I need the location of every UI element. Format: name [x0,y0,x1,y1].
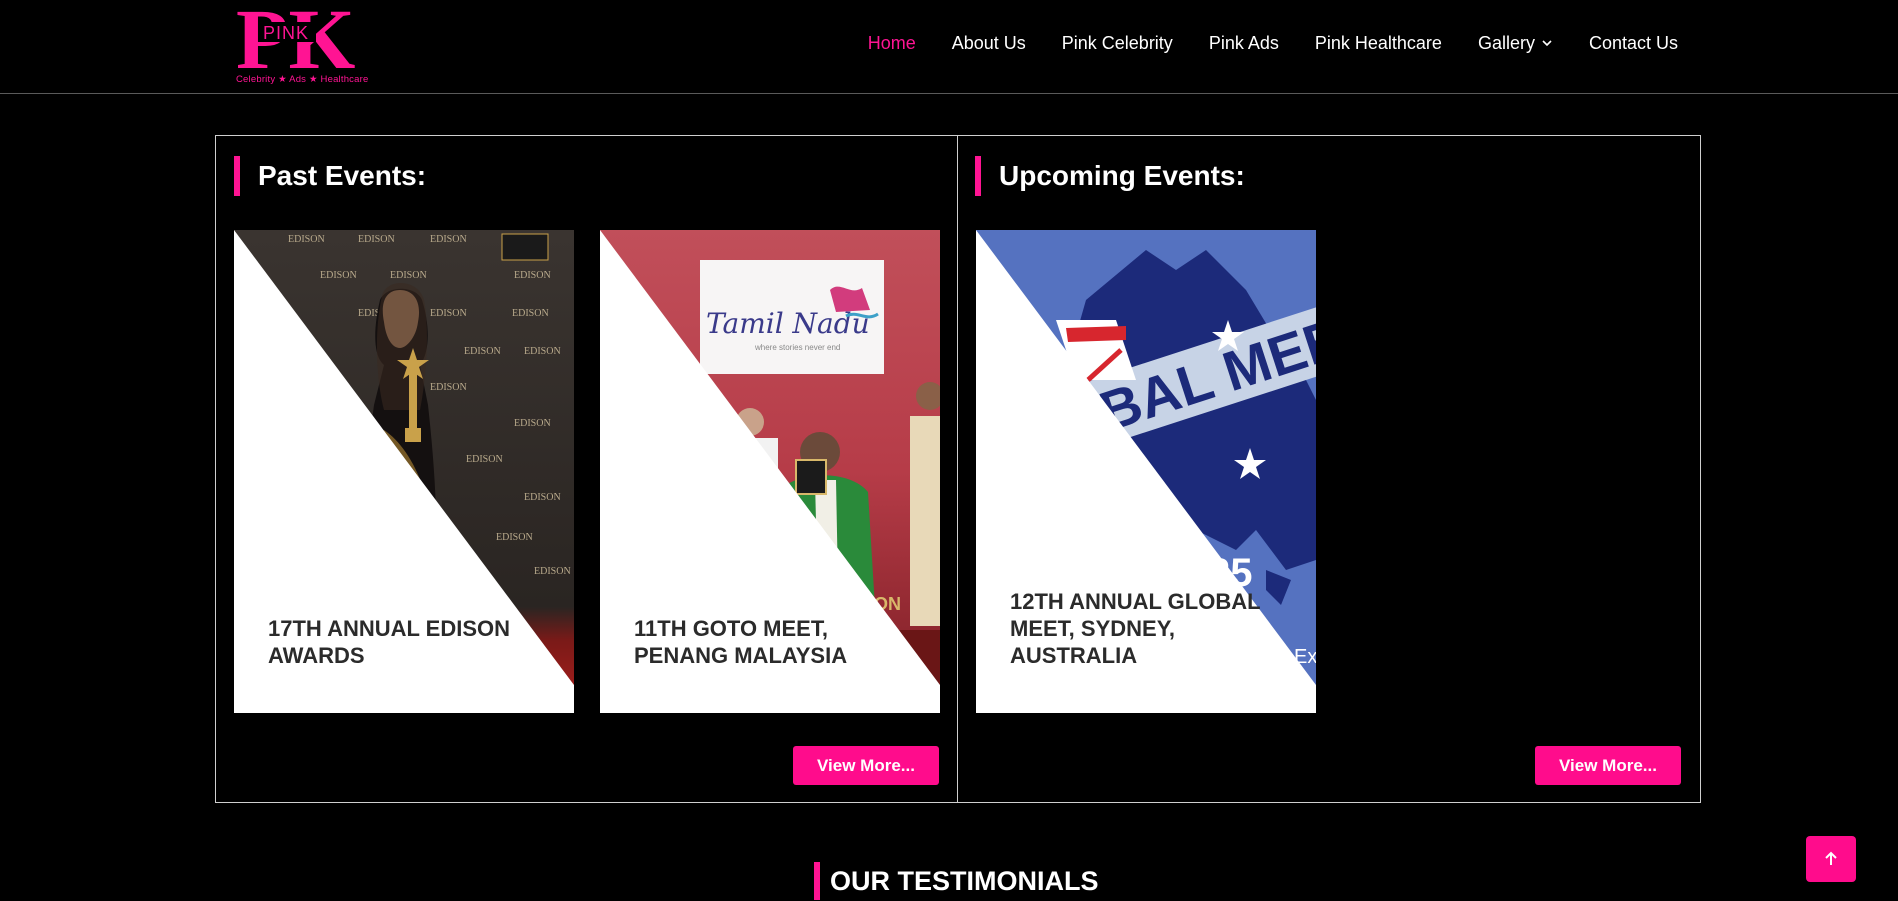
chevron-down-icon [1542,40,1552,47]
logo-mark: PK PINK [236,0,356,72]
nav-pink-healthcare[interactable]: Pink Healthcare [1315,33,1442,54]
nav-about-us[interactable]: About Us [952,33,1026,54]
brand-logo[interactable]: PK PINK Celebrity ★ Ads ★ Healthcare [236,0,369,90]
past-events-title: Past Events: [234,156,426,196]
nav-gallery[interactable]: Gallery [1478,33,1553,54]
upcoming-events-view-more-button[interactable]: View More... [1535,746,1681,785]
nav-gallery-label: Gallery [1477,32,1535,53]
events-divider [957,136,958,802]
nav-pink-celebrity[interactable]: Pink Celebrity [1062,33,1173,54]
brand-tagline: Celebrity ★ Ads ★ Healthcare [236,74,369,85]
scroll-to-top-button[interactable] [1806,836,1856,882]
event-card-title: 17TH ANNUAL EDISON AWARDS [268,616,511,668]
site-header: PK PINK Celebrity ★ Ads ★ Healthcare Hom… [0,0,1898,94]
event-card-title: 12TH ANNUAL GLOBAL MEET, SYDNEY, AUSTRAL… [1010,589,1261,668]
event-card-goto-meet[interactable]: Tamil Nadu where stories never end ON 11… [600,230,940,713]
nav-contact-us[interactable]: Contact Us [1589,33,1678,54]
main-nav: Home About Us Pink Celebrity Pink Ads Pi… [868,0,1678,86]
nav-pink-ads[interactable]: Pink Ads [1209,33,1279,54]
upcoming-events-title: Upcoming Events: [975,156,1245,196]
testimonials-title: OUR TESTIMONIALS [814,862,1099,900]
event-card-global-meet[interactable]: BAL MEET 25 Ex 12TH ANNUAL GLOBAL MEET, … [976,230,1316,713]
event-card-title: 11TH GOTO MEET, PENANG MALAYSIA [634,616,848,668]
events-panel: Past Events: Upcoming Events: EDISON EDI… [215,135,1701,803]
arrow-up-icon [1825,851,1837,865]
svg-text:PINK: PINK [263,23,309,43]
past-events-view-more-button[interactable]: View More... [793,746,939,785]
event-card-edison-awards[interactable]: EDISON EDISON EDISON EDISON EDISON EDISO… [234,230,574,713]
nav-home[interactable]: Home [868,33,916,54]
